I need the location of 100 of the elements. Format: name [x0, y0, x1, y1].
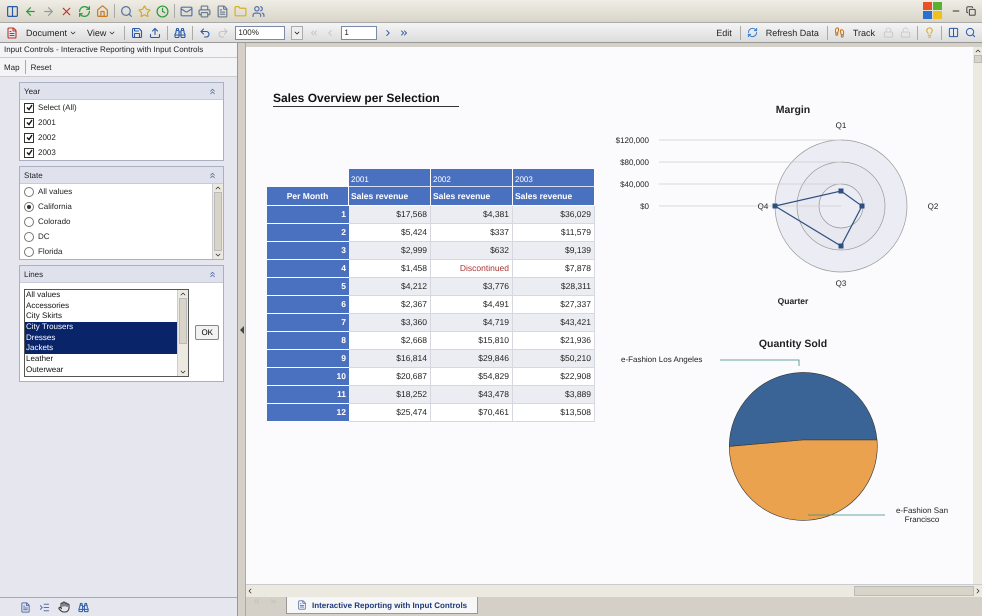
row-header: 6 [267, 296, 349, 314]
row-header: 10 [267, 368, 349, 386]
table-cell: $28,311 [513, 278, 595, 296]
checkbox-label: Select (All) [38, 103, 77, 112]
slice-label: e-Fashion Los Angeles [621, 355, 702, 364]
table-cell: $3,360 [349, 314, 431, 332]
table-cell: $1,458 [349, 260, 431, 278]
checkbox-label: 2002 [38, 133, 56, 142]
menu-button[interactable]: Document [24, 28, 80, 38]
spoke-label: Q3 [836, 279, 846, 288]
list-item[interactable]: Outerwear [25, 364, 178, 376]
row-header: 12 [267, 404, 349, 422]
table-cell: $29,846 [431, 350, 513, 368]
table-cell: $15,810 [431, 332, 513, 350]
toolbar-button[interactable]: Track [850, 28, 877, 38]
table-cell: $3,776 [431, 278, 513, 296]
spoke-label: Q4 [758, 202, 768, 211]
table-cell: $4,491 [431, 296, 513, 314]
table-cell: $43,421 [513, 314, 595, 332]
table-cell: $16,814 [349, 350, 431, 368]
list-item[interactable]: Leather [25, 354, 178, 365]
ring-label: $120,000 [616, 136, 649, 145]
row-header: 11 [267, 386, 349, 404]
row-header: 8 [267, 332, 349, 350]
column-header: 2001 [349, 169, 431, 187]
spoke-label: Q2 [928, 202, 938, 211]
table-cell: $7,878 [513, 260, 595, 278]
table-cell: $632 [431, 242, 513, 260]
table-cell: $13,508 [513, 404, 595, 422]
radio-label: California [38, 202, 72, 211]
radio-label: All values [38, 187, 72, 196]
list-item[interactable]: Accessories [25, 300, 178, 312]
ring-label: $40,000 [620, 180, 649, 189]
row-header: 2 [267, 224, 349, 242]
ok-button[interactable]: OK [195, 325, 219, 340]
checkbox-label: 2003 [38, 148, 56, 157]
list-item[interactable]: City Trousers [25, 322, 178, 333]
report-tab[interactable]: Interactive Reporting with Input Controls [286, 597, 478, 614]
table-cell: $5,424 [349, 224, 431, 242]
table-cell: $17,568 [349, 206, 431, 224]
chart-title: Quantity Sold [758, 338, 828, 350]
column-header: Sales revenue [513, 187, 595, 206]
panel-link[interactable]: Reset [30, 62, 52, 72]
column-header: 2003 [513, 169, 595, 187]
table-cell: $18,252 [349, 386, 431, 404]
toolbar-button[interactable]: Edit [714, 28, 734, 38]
table-cell: $43,478 [431, 386, 513, 404]
column-header: Per Month [267, 187, 349, 206]
table-cell: $3,889 [513, 386, 595, 404]
table-cell: $70,461 [431, 404, 513, 422]
table-cell: $20,687 [349, 368, 431, 386]
menu-button[interactable]: View [85, 28, 118, 38]
row-header: 1 [267, 206, 349, 224]
zoom-field[interactable]: 100% [235, 26, 286, 40]
table-cell: $36,029 [513, 206, 595, 224]
column-header: Sales revenue [431, 187, 513, 206]
row-header: 7 [267, 314, 349, 332]
checkbox-label: 2001 [38, 118, 56, 127]
list-item[interactable]: All values [25, 290, 178, 301]
control-title: State [24, 170, 43, 180]
table-cell: Discontinued [431, 260, 513, 278]
spoke-label: Q1 [836, 121, 846, 130]
table-cell: $2,999 [349, 242, 431, 260]
table-cell: $2,668 [349, 332, 431, 350]
panel-link[interactable]: Map [4, 62, 20, 72]
table-cell: $22,908 [513, 368, 595, 386]
chart-title: Margin [776, 104, 810, 116]
toolbar-button[interactable]: Refresh Data [764, 28, 821, 38]
table-cell: $9,139 [513, 242, 595, 260]
table-cell: $54,829 [431, 368, 513, 386]
table-cell: $4,212 [349, 278, 431, 296]
list-item[interactable]: Dresses [25, 332, 178, 344]
table-cell: $25,474 [349, 404, 431, 422]
column-header: Sales revenue [349, 187, 431, 206]
table-cell: $11,579 [513, 224, 595, 242]
control-title: Year [24, 86, 40, 96]
row-header: 5 [267, 278, 349, 296]
table-cell: $4,719 [431, 314, 513, 332]
table-cell: $50,210 [513, 350, 595, 368]
ring-label: $80,000 [620, 158, 649, 167]
axis-label: Quarter [778, 296, 808, 306]
table-cell: $21,936 [513, 332, 595, 350]
report-title: Sales Overview per Selection [273, 91, 459, 107]
panel-title: Input Controls - Interactive Reporting with Input Controls [0, 43, 237, 58]
table-cell: $27,337 [513, 296, 595, 314]
radio-label: Florida [38, 247, 62, 256]
ring-label: $0 [640, 202, 649, 211]
slice-label: e-Fashion San Francisco [894, 506, 950, 524]
list-item[interactable]: City Skirts [25, 311, 178, 322]
radio-label: Colorado [38, 217, 70, 226]
row-header: 4 [267, 260, 349, 278]
column-header: 2002 [431, 169, 513, 187]
table-cell: $2,367 [349, 296, 431, 314]
control-title: Lines [24, 270, 44, 278]
row-header: 9 [267, 350, 349, 368]
table-cell: $4,381 [431, 206, 513, 224]
page-field[interactable]: 1 [341, 26, 378, 40]
row-header: 3 [267, 242, 349, 260]
list-item[interactable]: Jackets [25, 343, 178, 354]
radio-label: DC [38, 232, 50, 241]
